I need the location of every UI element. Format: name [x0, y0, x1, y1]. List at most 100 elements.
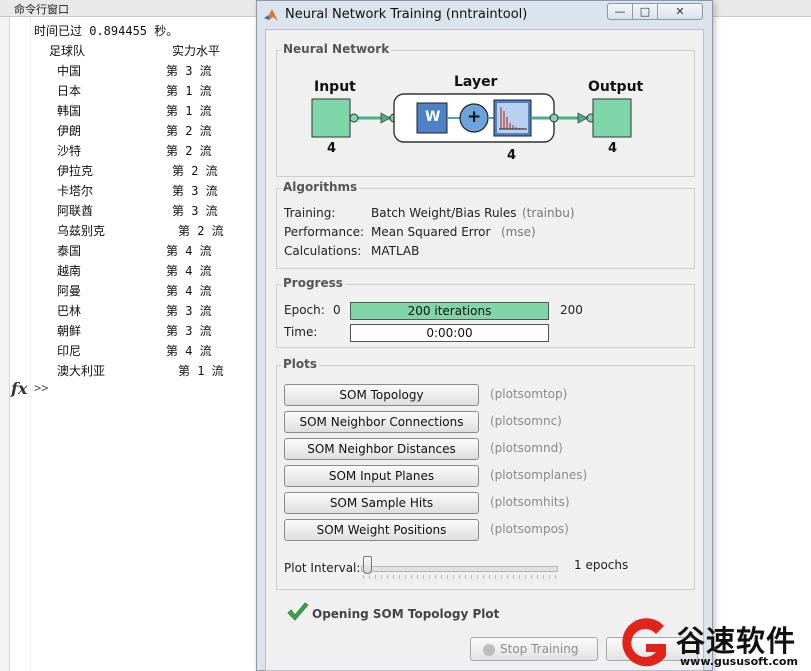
som-neighbor-connections-button[interactable]: SOM Neighbor Connections	[284, 411, 479, 433]
som-sample-hits-button[interactable]: SOM Sample Hits	[284, 492, 479, 514]
neural-network-group: Neural Network Input 4 Layer W + 4 Outpu…	[276, 42, 695, 177]
team-level: 第 1 流	[166, 104, 212, 118]
epoch-progress-text: 200 iterations	[407, 304, 492, 318]
time-label: Time:	[284, 325, 318, 339]
minimize-icon: —	[614, 5, 626, 18]
performance-key: Performance:	[284, 225, 365, 239]
calculations-value: MATLAB	[371, 244, 420, 258]
command-prompt[interactable]: >>	[34, 381, 48, 395]
plot-interval-label: Plot Interval:	[284, 561, 361, 575]
command-window-title: 命令行窗口	[14, 3, 69, 16]
som-sample-hits-fn: (plotsomhits)	[490, 495, 570, 509]
elapsed-time-line: 时间已过 0.894455 秒。	[34, 24, 179, 38]
team-name: 澳大利亚	[57, 364, 106, 378]
team-name: 泰国	[57, 244, 82, 258]
output-label: Output	[588, 79, 644, 95]
weight-label: W	[425, 109, 441, 125]
watermark-logo	[622, 618, 666, 667]
header-level: 实力水平	[172, 44, 221, 58]
som-neighbor-connections-fn: (plotsomnc)	[490, 414, 562, 428]
som-weight-positions-button[interactable]: SOM Weight Positions	[284, 519, 479, 541]
team-name: 朝鲜	[57, 324, 82, 338]
team-level: 第 4 流	[166, 344, 212, 358]
team-name: 阿联酋	[57, 204, 94, 218]
calculations-key: Calculations:	[284, 244, 362, 258]
som-topology-button[interactable]: SOM Topology	[284, 384, 479, 406]
som-neighbor-distances-fn: (plotsomnd)	[490, 441, 563, 455]
team-level: 第 4 流	[166, 284, 212, 298]
team-level: 第 2 流	[166, 144, 212, 158]
stop-training-button[interactable]: Stop Training	[470, 637, 598, 661]
team-level: 第 3 流	[166, 304, 212, 318]
maximize-icon: □	[639, 5, 651, 18]
progress-group: Progress Epoch: 0 200 iterations 200 Tim…	[276, 276, 695, 348]
epoch-label: Epoch:	[284, 303, 325, 317]
minimize-button[interactable]: —	[607, 3, 633, 20]
performance-value: Mean Squared Error	[371, 225, 491, 239]
team-name: 印尼	[57, 344, 82, 358]
output-arrow	[577, 112, 588, 124]
team-name: 沙特	[57, 144, 82, 158]
algorithms-group-title: Algorithms	[281, 180, 360, 194]
window-client-area: Neural Network Input 4 Layer W + 4 Outpu…	[265, 29, 704, 671]
input-box	[311, 98, 351, 138]
window-title: Neural Network Training (nntraintool)	[285, 7, 528, 22]
team-name: 巴林	[57, 304, 82, 318]
sum-label: +	[467, 107, 482, 127]
input-node	[349, 113, 359, 123]
team-name: 韩国	[57, 104, 82, 118]
team-level: 第 3 流	[172, 184, 218, 198]
plot-interval-slider-thumb[interactable]	[363, 556, 372, 574]
progress-group-title: Progress	[281, 276, 345, 290]
team-level: 第 2 流	[172, 164, 218, 178]
close-button[interactable]: ✕	[657, 3, 703, 20]
checkmark-icon	[287, 602, 309, 621]
team-name: 卡塔尔	[57, 184, 94, 198]
team-level: 第 3 流	[166, 324, 212, 338]
stop-icon	[483, 643, 495, 656]
training-value: Batch Weight/Bias Rules	[371, 206, 517, 220]
team-name: 日本	[57, 84, 82, 98]
som-topology-fn: (plotsomtop)	[490, 387, 568, 401]
team-level: 第 2 流	[166, 124, 212, 138]
watermark-text: 谷速软件	[676, 624, 797, 658]
team-name: 伊拉克	[57, 164, 94, 178]
som-neighbor-distances-button[interactable]: SOM Neighbor Distances	[284, 438, 479, 460]
team-name: 伊朗	[57, 124, 82, 138]
layer-label: Layer	[454, 74, 498, 90]
epoch-min: 0	[333, 303, 341, 317]
header-team: 足球队	[49, 44, 86, 58]
network-diagram	[311, 93, 632, 143]
output-box	[592, 98, 632, 138]
team-name: 越南	[57, 264, 82, 278]
performance-fn: (mse)	[501, 225, 536, 239]
training-key: Training:	[284, 206, 336, 220]
time-field: 0:00:00	[350, 324, 549, 342]
training-fn: (trainbu)	[522, 206, 575, 220]
team-level: 第 3 流	[166, 64, 212, 78]
watermark-url: www.gususoft.com	[680, 655, 798, 668]
matlab-logo-icon	[264, 9, 278, 21]
output-size: 4	[608, 141, 618, 156]
nntraintool-window: Neural Network Training (nntraintool) — …	[256, 0, 713, 671]
maximize-button[interactable]: □	[632, 3, 658, 20]
plots-group: Plots SOM Topology (plotsomtop) SOM Neig…	[276, 357, 695, 590]
plot-interval-slider-track[interactable]	[361, 566, 558, 572]
command-window-margin-line	[30, 17, 31, 671]
som-input-planes-fn: (plotsomplanes)	[490, 468, 588, 482]
close-icon: ✕	[675, 5, 685, 18]
time-text: 0:00:00	[426, 326, 473, 340]
plots-group-title: Plots	[281, 357, 320, 371]
status-message: Opening SOM Topology Plot	[312, 607, 500, 621]
layer-exit-node	[549, 113, 559, 123]
window-titlebar[interactable]: Neural Network Training (nntraintool) — …	[257, 1, 712, 29]
fx-icon[interactable]: fx	[11, 379, 27, 398]
input-size: 4	[327, 141, 337, 156]
layer-size: 4	[507, 148, 517, 163]
team-level: 第 1 流	[166, 84, 212, 98]
team-level: 第 4 流	[166, 244, 212, 258]
som-input-planes-button[interactable]: SOM Input Planes	[284, 465, 479, 487]
som-weight-positions-fn: (plotsompos)	[490, 522, 569, 536]
plot-interval-value: 1 epochs	[574, 558, 629, 572]
plot-interval-ticks	[363, 575, 558, 579]
